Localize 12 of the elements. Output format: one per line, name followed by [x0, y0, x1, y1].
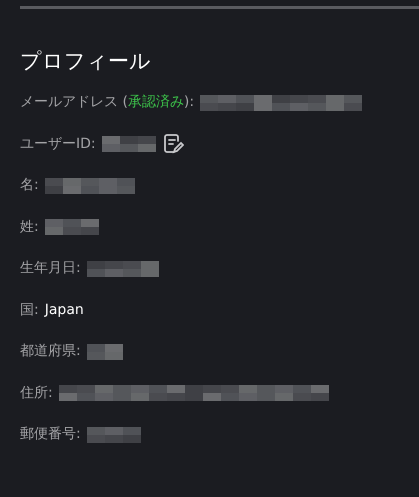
field-label: 名:: [20, 176, 39, 196]
field-label: 生年月日:: [20, 259, 81, 278]
section-heading: プロフィール: [20, 49, 152, 74]
field-label: 都道府県:: [20, 342, 81, 362]
field-label: 国:: [20, 300, 39, 320]
field-label: 住所:: [20, 384, 53, 403]
field-label: ユーザーID:: [20, 134, 96, 154]
field-label: 姓:: [20, 218, 39, 237]
edit-icon[interactable]: [162, 133, 184, 156]
field-label: 郵便番号:: [20, 425, 81, 444]
field-label: メールアドレス (承認済み):: [20, 93, 194, 112]
field-value: Japan: [44, 300, 84, 320]
